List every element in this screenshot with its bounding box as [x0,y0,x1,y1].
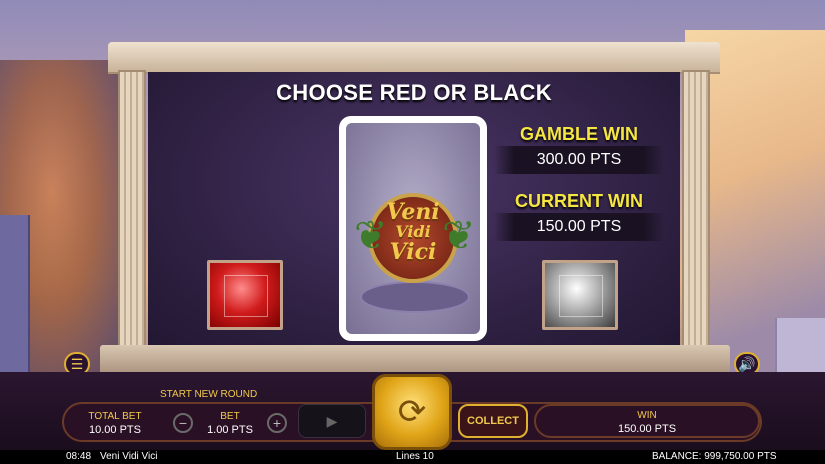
clock: 08:48 [66,451,92,462]
bet: BET 1.00 PTS [200,411,260,436]
win-label: WIN [637,410,657,421]
logo-line-3: Vici [389,239,437,265]
minus-icon: − [178,415,188,431]
status-bar: 08:48 Veni Vidi Vici Lines 10 BALANCE: 9… [0,450,825,464]
logo-pedestal [360,281,470,313]
bet-decrease-button[interactable]: − [173,413,193,433]
red-choice-button[interactable] [207,260,283,330]
background-tower-left [0,215,30,395]
current-win-value: 150.00 PTS [494,213,664,241]
black-gem-icon [559,275,603,317]
temple-steps [100,345,730,375]
bet-increase-button[interactable]: + [267,413,287,433]
balance: BALANCE: 999,750.00 PTS [652,451,777,462]
logo-line-1: Veni [386,199,440,225]
gamble-card: ❦ ❦ Veni Vidi Vici [339,116,487,341]
win-display: WIN 150.00 PTS [534,404,760,438]
bet-value: 1.00 PTS [207,424,253,436]
start-new-round-label: START NEW ROUND [160,389,258,400]
gamble-win-label: GAMBLE WIN [520,124,638,144]
game-name: Veni Vidi Vici [100,451,158,462]
collect-button[interactable]: COLLECT [458,404,528,438]
card-logo: Veni Vidi Vici [346,201,480,263]
win-value: 150.00 PTS [617,423,677,435]
total-bet: TOTAL BET 10.00 PTS [80,411,150,436]
spin-icon: ⟳ [397,393,427,431]
temple-column-left [118,70,146,360]
gamble-title: CHOOSE RED OR BLACK [276,80,552,105]
lines-count: Lines 10 [396,451,434,462]
autoplay-button[interactable]: ▶ [298,404,366,438]
menu-icon: ☰ [70,356,84,372]
spin-button[interactable]: ⟳ [372,374,452,450]
speaker-icon: 🔊 [738,356,756,372]
autoplay-icon: ▶ [326,413,338,429]
plus-icon: + [272,415,282,431]
current-win-label: CURRENT WIN [515,191,643,211]
total-bet-value: 10.00 PTS [89,424,141,436]
red-gem-icon [224,275,268,317]
total-bet-label: TOTAL BET [88,411,142,422]
card-back: ❦ ❦ Veni Vidi Vici [346,123,480,334]
gamble-win-value: 300.00 PTS [494,146,664,174]
temple-pediment [108,42,720,72]
temple-column-right [682,70,710,360]
black-choice-button[interactable] [542,260,618,330]
bet-label: BET [220,411,240,422]
